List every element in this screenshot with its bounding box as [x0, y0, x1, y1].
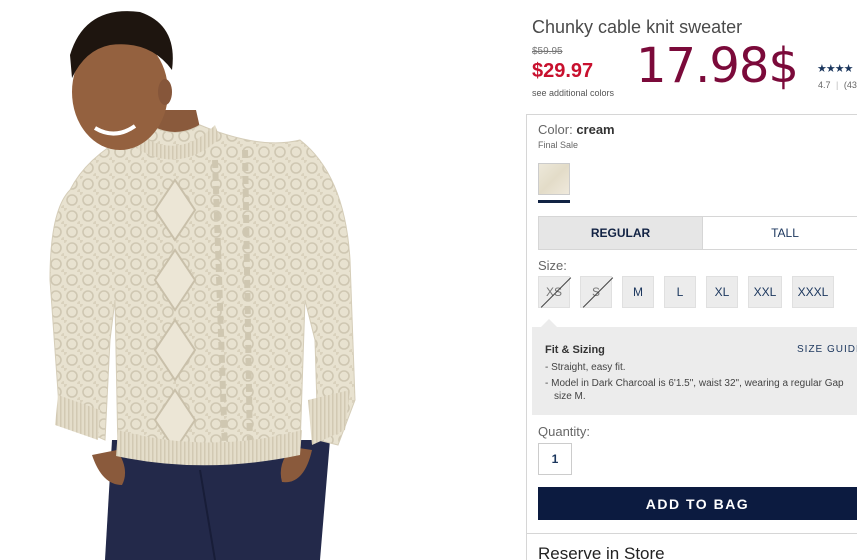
reserve-in-store-heading[interactable]: Reserve in Store [538, 544, 665, 560]
original-price: $59.95 [532, 46, 563, 57]
tab-tall[interactable]: TALL [703, 216, 857, 250]
rating-stars-icon[interactable]: ★★★★ [817, 62, 853, 75]
size-option-s[interactable]: S [580, 276, 612, 308]
color-swatch-cream[interactable] [538, 163, 570, 195]
model-in-sweater-illustration [49, 11, 356, 560]
overlay-price: 17.98$ [636, 38, 799, 94]
size-guide-link[interactable]: SIZE GUIDE [797, 344, 857, 355]
review-count: (43 [843, 80, 857, 90]
size-label: Size: [538, 258, 567, 273]
rating-value: 4.7 [818, 80, 831, 90]
swatch-selected-indicator [538, 200, 570, 203]
sale-price: $29.97 [532, 60, 594, 82]
tab-regular[interactable]: REGULAR [538, 216, 704, 250]
fit-details-list: Straight, easy fit. Model in Dark Charco… [545, 361, 855, 406]
fit-detail-item: Model in Dark Charcoal is 6'1.5", waist … [545, 377, 855, 403]
size-selector: XS S M L XL XXL XXXL [538, 276, 844, 308]
final-sale-label: Final Sale [538, 140, 579, 150]
color-selection: Color: cream [538, 122, 615, 137]
quantity-label: Quantity: [538, 424, 591, 439]
size-option-xxxl[interactable]: XXXL [792, 276, 834, 308]
product-image [0, 0, 520, 560]
fit-detail-item: Straight, easy fit. [545, 361, 855, 374]
add-to-bag-button[interactable]: ADD TO BAG [538, 487, 857, 520]
size-option-l[interactable]: L [664, 276, 696, 308]
size-option-xxl[interactable]: XXL [748, 276, 782, 308]
section-divider [526, 533, 857, 534]
see-additional-colors-link[interactable]: see additional colors [532, 88, 614, 98]
fit-sizing-title: Fit & Sizing [545, 344, 605, 356]
size-option-xs[interactable]: XS [538, 276, 570, 308]
rating-summary[interactable]: 4.7 | (43 [818, 80, 857, 90]
fit-tabs: REGULAR TALL [538, 216, 857, 250]
quantity-input[interactable]: 1 [538, 443, 572, 475]
size-option-m[interactable]: M [622, 276, 654, 308]
color-label: Color: [538, 122, 573, 137]
size-option-xl[interactable]: XL [706, 276, 738, 308]
product-title: Chunky cable knit sweater [532, 17, 743, 37]
rating-separator: | [836, 80, 839, 90]
color-value: cream [576, 122, 615, 137]
